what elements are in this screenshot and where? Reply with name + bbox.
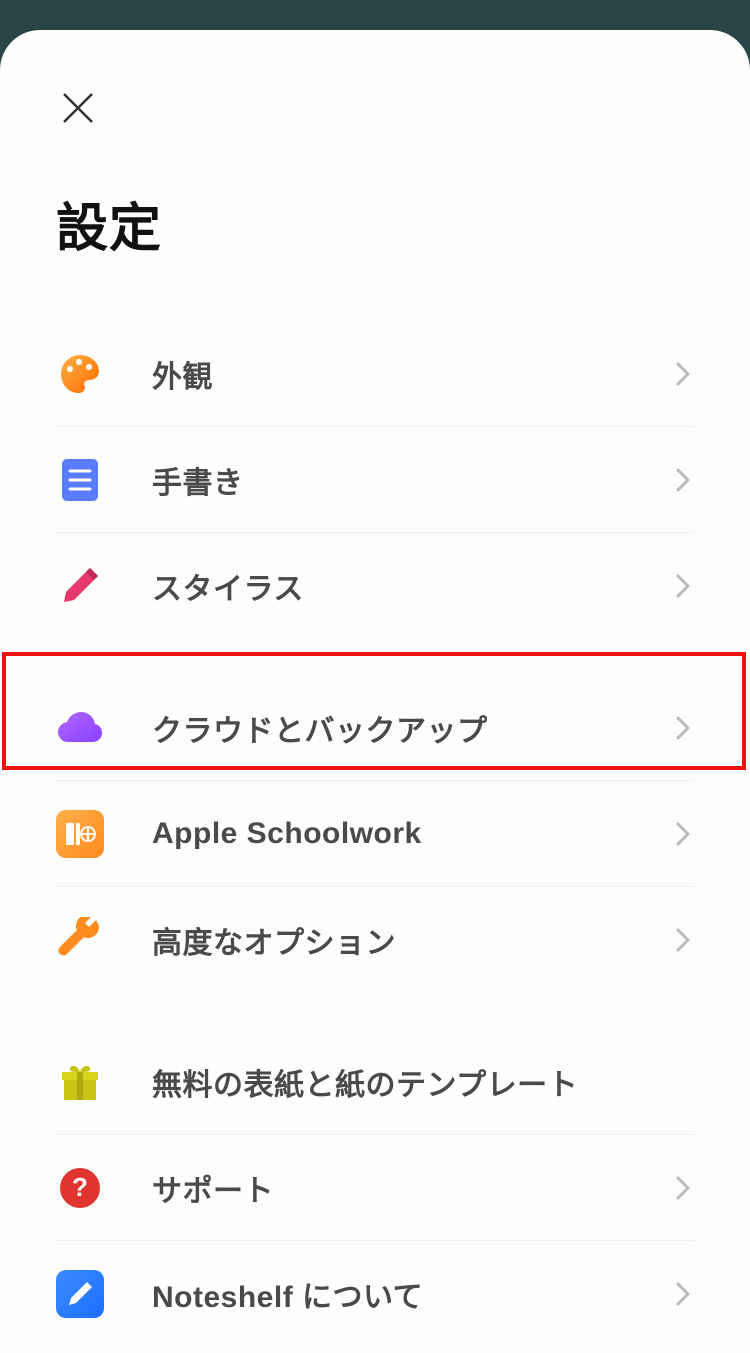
chevron-right-icon xyxy=(676,362,690,386)
pencil-icon xyxy=(56,562,104,610)
row-about[interactable]: Noteshelf について xyxy=(56,1241,694,1347)
settings-section: 外観 手書き スタイラス xyxy=(56,321,694,639)
row-label: 無料の表紙と紙のテンプレート xyxy=(152,1060,694,1104)
palette-icon xyxy=(56,350,104,398)
gift-icon xyxy=(56,1058,104,1106)
chevron-right-icon xyxy=(676,928,690,952)
row-templates[interactable]: 無料の表紙と紙のテンプレート xyxy=(56,1029,694,1135)
row-cloud-backup[interactable]: クラウドとバックアップ xyxy=(56,675,694,781)
about-icon xyxy=(56,1270,104,1318)
chevron-right-icon xyxy=(676,822,690,846)
chevron-right-icon xyxy=(676,1282,690,1306)
chevron-right-icon xyxy=(676,468,690,492)
close-button[interactable] xyxy=(56,86,100,130)
schoolwork-icon xyxy=(56,810,104,858)
page-title: 設定 xyxy=(56,186,750,261)
row-schoolwork[interactable]: Apple Schoolwork xyxy=(56,781,694,887)
row-stylus[interactable]: スタイラス xyxy=(56,533,694,639)
svg-text:?: ? xyxy=(72,1172,88,1202)
settings-section: クラウドとバックアップ Apple Schoolwork xyxy=(56,675,694,993)
chevron-right-icon xyxy=(676,574,690,598)
settings-sheet: 設定 外観 xyxy=(0,30,750,1353)
wrench-icon xyxy=(56,916,104,964)
row-label: Noteshelf について xyxy=(152,1272,676,1316)
row-label: 外観 xyxy=(152,352,676,396)
document-icon xyxy=(56,456,104,504)
cloud-icon xyxy=(56,704,104,752)
row-appearance[interactable]: 外観 xyxy=(56,321,694,427)
row-advanced[interactable]: 高度なオプション xyxy=(56,887,694,993)
row-label: クラウドとバックアップ xyxy=(152,706,676,750)
row-label: 手書き xyxy=(152,458,676,502)
row-label: 高度なオプション xyxy=(152,918,676,962)
row-label: Apple Schoolwork xyxy=(152,817,676,851)
row-handwriting[interactable]: 手書き xyxy=(56,427,694,533)
row-label: サポート xyxy=(152,1166,676,1210)
close-icon xyxy=(60,90,96,126)
support-icon: ? xyxy=(56,1164,104,1212)
chevron-right-icon xyxy=(676,716,690,740)
settings-section: 無料の表紙と紙のテンプレート ? サポート Noteshelf について xyxy=(56,1029,694,1347)
chevron-right-icon xyxy=(676,1176,690,1200)
row-label: スタイラス xyxy=(152,564,676,608)
row-support[interactable]: ? サポート xyxy=(56,1135,694,1241)
